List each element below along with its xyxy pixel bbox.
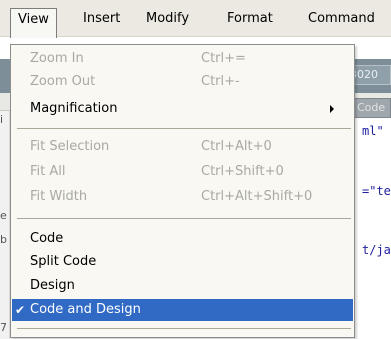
menu-item-zoom-in[interactable]: Zoom In Ctrl+= bbox=[12, 48, 353, 70]
menu-separator bbox=[17, 128, 351, 129]
code-line[interactable]: ml" bbox=[362, 124, 384, 138]
app-window: 3020 Code i e b 7 ml" ="te t/ja View Ins… bbox=[0, 0, 391, 339]
menu-item-label: Code and Design bbox=[30, 302, 141, 317]
menu-item-zoom-out[interactable]: Zoom Out Ctrl+- bbox=[12, 71, 353, 93]
menu-item-magnification[interactable]: Magnification bbox=[12, 98, 353, 120]
line-gutter: i e b 7 bbox=[0, 111, 10, 339]
menu-item-shortcut: Ctrl+- bbox=[201, 74, 240, 89]
menu-modify[interactable]: Modify bbox=[139, 8, 196, 32]
view-menu-dropdown: Zoom In Ctrl+= Zoom Out Ctrl+- Magnifica… bbox=[10, 44, 355, 338]
menu-format[interactable]: Format bbox=[220, 8, 280, 32]
menu-item-label: Zoom In bbox=[30, 51, 84, 66]
gutter-mark: e bbox=[0, 209, 7, 222]
menu-item-shortcut: Ctrl+= bbox=[201, 51, 246, 66]
menu-item-label: Fit All bbox=[30, 164, 66, 179]
menu-item-label: Design bbox=[30, 278, 75, 293]
menu-separator bbox=[17, 218, 351, 219]
menu-item-fit-width[interactable]: Fit Width Ctrl+Alt+Shift+0 bbox=[12, 186, 353, 208]
menu-item-code-and-design[interactable]: ✔ Code and Design bbox=[12, 299, 353, 321]
code-view-button[interactable]: Code bbox=[354, 98, 391, 118]
code-line[interactable]: t/ja bbox=[362, 243, 391, 257]
menu-item-label: Zoom Out bbox=[30, 74, 96, 89]
menu-command[interactable]: Command bbox=[301, 8, 382, 32]
menu-item-design[interactable]: Design bbox=[12, 275, 353, 297]
menu-item-shortcut: Ctrl+Alt+Shift+0 bbox=[201, 189, 313, 204]
gutter-mark: b bbox=[0, 233, 7, 246]
menu-item-fit-selection[interactable]: Fit Selection Ctrl+Alt+0 bbox=[12, 136, 353, 158]
code-line[interactable]: ="te bbox=[362, 184, 391, 198]
menu-item-code[interactable]: Code bbox=[12, 228, 353, 250]
menu-item-label: Magnification bbox=[30, 101, 118, 116]
menu-item-shortcut: Ctrl+Alt+0 bbox=[201, 139, 272, 154]
menu-view[interactable]: View bbox=[10, 8, 57, 38]
menu-item-label: Split Code bbox=[30, 254, 97, 269]
menu-separator bbox=[17, 328, 351, 329]
gutter-mark: i bbox=[0, 113, 4, 126]
menu-item-split-code[interactable]: Split Code bbox=[12, 251, 353, 273]
menu-insert[interactable]: Insert bbox=[76, 8, 127, 32]
gutter-mark: 7 bbox=[0, 321, 7, 334]
menu-item-label: Fit Width bbox=[30, 189, 88, 204]
menu-item-label: Code bbox=[30, 231, 64, 246]
menu-item-fit-all[interactable]: Fit All Ctrl+Shift+0 bbox=[12, 161, 353, 183]
submenu-arrow-icon bbox=[330, 105, 334, 113]
menu-item-label: Fit Selection bbox=[30, 139, 110, 154]
menu-item-shortcut: Ctrl+Shift+0 bbox=[201, 164, 284, 179]
checkmark-icon: ✔ bbox=[15, 303, 26, 317]
menu-bar: View Insert Modify Format Command bbox=[0, 0, 391, 38]
